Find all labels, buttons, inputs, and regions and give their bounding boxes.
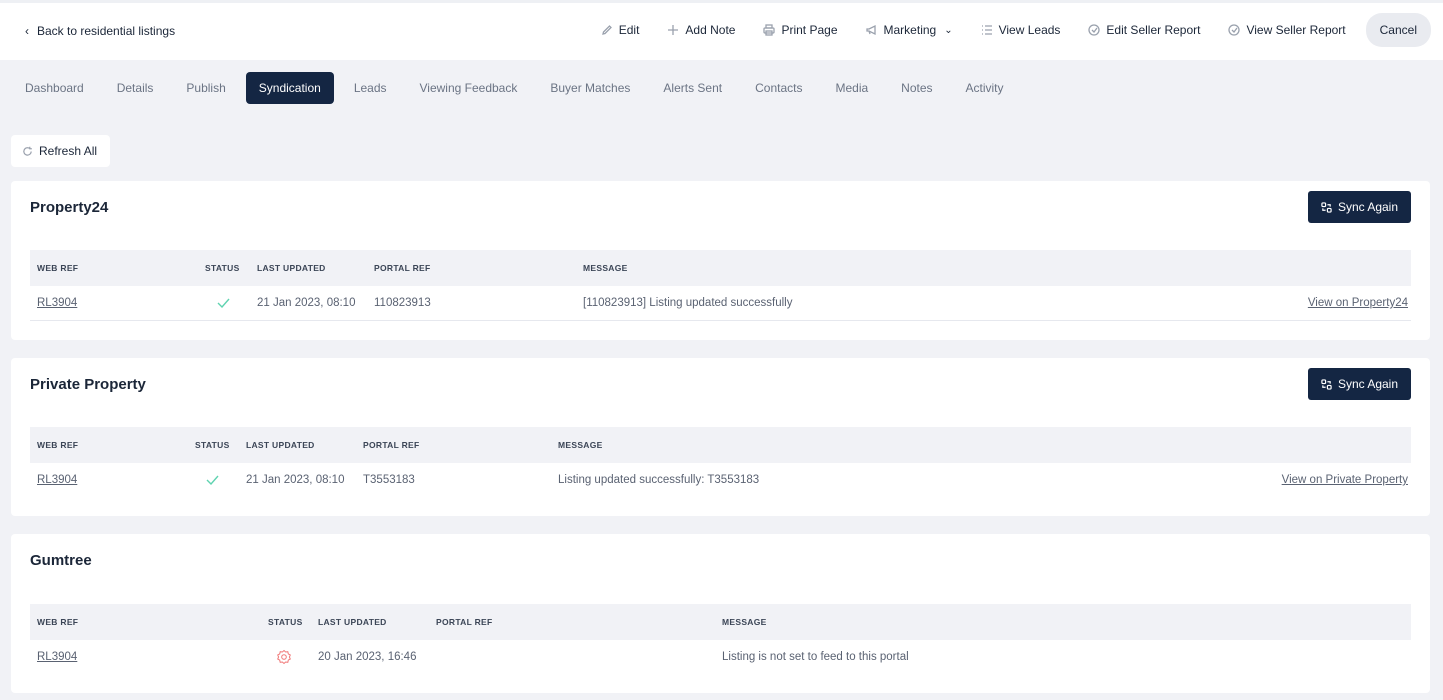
view-leads-label: View Leads: [998, 23, 1061, 37]
message-value: Listing is not set to feed to this porta…: [722, 651, 909, 663]
portal-title: Gumtree: [30, 552, 92, 569]
tab-publish[interactable]: Publish: [173, 72, 238, 104]
status-success-icon: [206, 463, 219, 498]
col-last-updated: LAST UPDATED: [257, 263, 326, 273]
add-note-label: Add Note: [685, 23, 736, 37]
col-portal-ref: PORTAL REF: [436, 617, 493, 627]
sync-again-button[interactable]: Sync Again: [1308, 191, 1411, 223]
view-on-portal-link[interactable]: View on Private Property: [1282, 463, 1408, 498]
view-seller-report-label: View Seller Report: [1246, 23, 1346, 37]
col-status: STATUS: [205, 263, 240, 273]
web-ref-link[interactable]: RL3904: [37, 286, 77, 321]
report-icon: [1088, 24, 1101, 36]
refresh-all-button[interactable]: Refresh All: [11, 135, 110, 167]
portal-ref-value: T3553183: [363, 474, 415, 486]
back-link-label: Back to residential listings: [37, 24, 176, 38]
add-note-button[interactable]: Add Note: [667, 23, 735, 37]
marketing-dropdown[interactable]: Marketing ⌄: [865, 23, 953, 37]
refresh-all-label: Refresh All: [39, 144, 98, 158]
tab-contacts[interactable]: Contacts: [742, 72, 815, 104]
tab-alerts-sent[interactable]: Alerts Sent: [650, 72, 735, 104]
web-ref-link[interactable]: RL3904: [37, 640, 77, 675]
portal-title: Property24: [30, 199, 109, 216]
tab-dashboard[interactable]: Dashboard: [12, 72, 97, 104]
sync-again-label: Sync Again: [1337, 377, 1399, 391]
col-web-ref: WEB REF: [37, 440, 79, 450]
syndication-table: WEB REF STATUS LAST UPDATED PORTAL REF M…: [30, 427, 1411, 498]
portal-title: Private Property: [30, 376, 146, 393]
tab-details[interactable]: Details: [104, 72, 167, 104]
table-row: RL3904 21 Jan 2023, 08:10 T3553183 Listi…: [30, 463, 1411, 498]
edit-label: Edit: [618, 23, 640, 37]
edit-seller-report-button[interactable]: Edit Seller Report: [1088, 23, 1200, 37]
col-status: STATUS: [195, 440, 230, 450]
pencil-icon: [601, 25, 612, 35]
sync-icon: [1321, 378, 1332, 390]
tab-notes[interactable]: Notes: [888, 72, 945, 104]
portal-card-gumtree: Gumtree WEB REF STATUS LAST UPDATED PORT…: [11, 534, 1430, 693]
tab-syndication[interactable]: Syndication: [245, 72, 334, 104]
back-link[interactable]: ‹ Back to residential listings: [25, 24, 175, 38]
col-message: MESSAGE: [583, 263, 628, 273]
sync-again-button[interactable]: Sync Again: [1308, 368, 1411, 400]
syndication-table: WEB REF STATUS LAST UPDATED PORTAL REF M…: [30, 604, 1411, 675]
table-row: RL3904 20 Jan 2023, 16:46 Listing is not…: [30, 640, 1411, 675]
last-updated-value: 21 Jan 2023, 08:10: [257, 297, 356, 309]
view-leads-button[interactable]: View Leads: [981, 23, 1061, 37]
message-value: Listing updated successfully: T3553183: [558, 474, 760, 486]
last-updated-value: 20 Jan 2023, 16:46: [318, 651, 417, 663]
col-web-ref: WEB REF: [37, 617, 79, 627]
portal-card-property24: Property24 Sync Again WEB REF STATUS LAS…: [11, 181, 1430, 340]
tab-media[interactable]: Media: [822, 72, 881, 104]
tab-leads[interactable]: Leads: [341, 72, 400, 104]
col-last-updated: LAST UPDATED: [246, 440, 315, 450]
sync-again-label: Sync Again: [1337, 200, 1399, 214]
print-page-button[interactable]: Print Page: [763, 23, 838, 37]
syndication-table: WEB REF STATUS LAST UPDATED PORTAL REF M…: [30, 250, 1411, 321]
portal-ref-value: 110823913: [374, 297, 431, 309]
print-page-label: Print Page: [781, 23, 838, 37]
message-value: [110823913] Listing updated successfully: [583, 297, 793, 309]
view-seller-report-button[interactable]: View Seller Report: [1228, 23, 1346, 37]
web-ref-link[interactable]: RL3904: [37, 463, 77, 498]
col-portal-ref: PORTAL REF: [374, 263, 431, 273]
col-message: MESSAGE: [722, 617, 767, 627]
chevron-down-icon: ⌄: [944, 24, 953, 36]
portal-card-private-property: Private Property Sync Again WEB REF STAT…: [11, 358, 1430, 516]
table-header: WEB REF STATUS LAST UPDATED PORTAL REF M…: [30, 427, 1411, 463]
cancel-button[interactable]: Cancel: [1365, 13, 1431, 47]
marketing-label: Marketing: [883, 23, 937, 37]
printer-icon: [763, 24, 776, 36]
top-bar: ‹ Back to residential listings Edit Add …: [0, 0, 1443, 60]
tab-viewing-feedback[interactable]: Viewing Feedback: [407, 72, 531, 104]
plus-icon: [668, 25, 679, 35]
col-status: STATUS: [268, 617, 303, 627]
refresh-icon: [23, 146, 32, 156]
view-on-portal-link[interactable]: View on Property24: [1308, 286, 1408, 321]
header-actions: Edit Add Note Print Page Marketing ⌄ Vie…: [573, 13, 1431, 47]
megaphone-icon: [865, 24, 876, 36]
col-web-ref: WEB REF: [37, 263, 79, 273]
edit-button[interactable]: Edit: [601, 23, 640, 37]
table-header: WEB REF STATUS LAST UPDATED PORTAL REF M…: [30, 604, 1411, 640]
col-portal-ref: PORTAL REF: [363, 440, 420, 450]
report-icon: [1228, 24, 1241, 36]
last-updated-value: 21 Jan 2023, 08:10: [246, 474, 345, 486]
tab-activity[interactable]: Activity: [953, 72, 1017, 104]
tab-bar: Dashboard Details Publish Syndication Leads V…: [12, 72, 1024, 104]
edit-seller-report-label: Edit Seller Report: [1106, 23, 1201, 37]
list-icon: [981, 25, 992, 35]
chevron-left-icon: ‹: [25, 24, 29, 38]
table-row: RL3904 21 Jan 2023, 08:10 110823913 [110…: [30, 286, 1411, 321]
tab-buyer-matches[interactable]: Buyer Matches: [537, 72, 643, 104]
col-last-updated: LAST UPDATED: [318, 617, 387, 627]
status-error-icon: [276, 640, 292, 675]
sync-icon: [1321, 201, 1332, 213]
table-header: WEB REF STATUS LAST UPDATED PORTAL REF M…: [30, 250, 1411, 286]
col-message: MESSAGE: [558, 440, 603, 450]
status-success-icon: [217, 286, 230, 321]
